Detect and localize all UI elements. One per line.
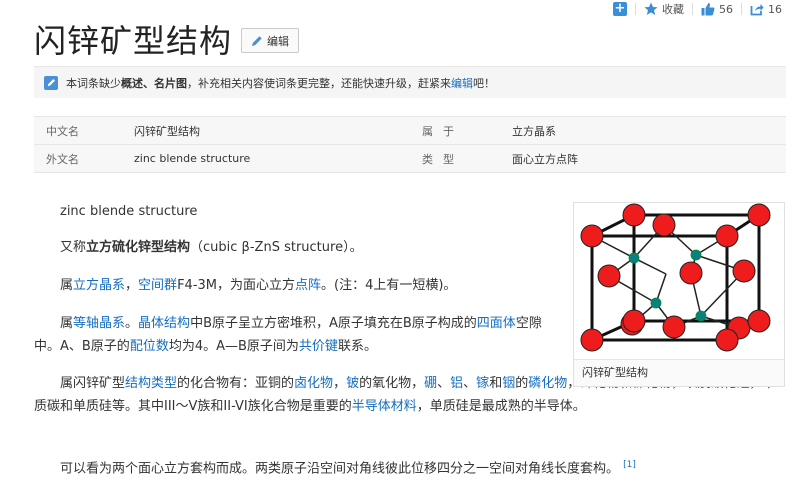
paragraph-text: ， [125,278,139,293]
thumbs-up-icon [701,3,715,16]
paragraph-text: 属闪锌矿型 [60,376,126,391]
paragraph-text: 又称 [60,240,87,255]
collect-label: 收藏 [662,3,684,16]
paragraph: 属等轴晶系。晶体结构中B原子呈立方密堆积，A原子填充在B原子构成的四面体空隙中。… [34,312,559,358]
link-cubic-system[interactable]: 立方晶系 [73,278,125,293]
paragraph-text: 的氧化物， [359,376,425,391]
paragraph-text: 联系。 [337,339,377,354]
paragraph-text: （cubic β-ZnS structure）。 [190,240,363,255]
link-aluminum[interactable]: 铝 [450,376,463,391]
info-key: 属于 [422,124,464,138]
link-coordination-number[interactable]: 配位数 [130,339,169,354]
collect-button[interactable]: 收藏 [644,1,684,17]
link-gallium[interactable]: 镓 [476,376,489,391]
paragraph-text: F4-3M，为面心立方 [177,278,295,293]
link-isometric[interactable]: 等轴晶系 [73,316,125,331]
link-crystal-structure[interactable]: 晶体结构 [138,316,190,331]
share-count: 16 [768,2,782,16]
reference-link[interactable]: [1] [623,460,636,470]
paragraph-text: ，单质硅是最成熟的半导体。 [416,399,586,414]
add-icon[interactable]: + [613,2,627,16]
link-covalent-bond[interactable]: 共价键 [299,339,338,354]
info-value: zinc blende structure [134,152,251,165]
notice-suffix: 吧！ [473,76,495,90]
link-semiconductor[interactable]: 半导体材料 [352,399,417,414]
edit-button[interactable]: 编辑 [241,28,299,53]
paragraph-text: 、 [463,376,477,391]
table-row: 外文名 zinc blende structure 类型 面心立方点阵 [34,145,786,173]
like-count: 56 [719,2,733,16]
paragraph-text: 和 [489,376,503,391]
share-button[interactable]: 16 [750,2,782,16]
pencil-icon [252,35,262,46]
link-indium[interactable]: 铟 [502,376,515,391]
link-space-group[interactable]: 空间群 [138,278,177,293]
divider [692,3,693,15]
info-key: 外文名 [46,152,79,166]
notice-missing: 概述、名片图 [121,76,187,90]
top-toolbar: + 收藏 56 16 [613,0,782,18]
paragraph-text: ， [333,376,347,391]
notice-prefix: 本词条缺少 [66,76,121,90]
paragraph: zinc blende structure [34,200,554,223]
table-row: 中文名 闪锌矿型结构 属于 立方晶系 [34,117,786,145]
paragraph: 属立方晶系，空间群F4-3M，为面心立方点阵。(注：4上有一短横)。 [34,274,554,297]
link-boron[interactable]: 硼 [424,376,437,391]
notice-edit-link[interactable]: 编辑 [451,75,473,91]
figure-caption: 闪锌矿型结构 [574,359,784,386]
info-value: 闪锌矿型结构 [134,124,200,138]
info-value: 面心立方点阵 [512,152,578,166]
notice-bar: 本词条缺少 概述、名片图 ，补充相关内容使词条更完整，还能快速升级，赶紧来 编辑 吧！ [34,66,786,98]
paragraph-text: 的 [515,376,529,391]
structure-figure[interactable]: 闪锌矿型结构 [573,202,785,387]
edit-button-label: 编辑 [267,34,289,48]
link-lattice[interactable]: 点阵 [295,278,321,293]
paragraph-text: 属 [60,278,74,293]
paragraph-bold: 立方硫化锌型结构 [86,240,191,255]
paragraph-text: 。(注：4上有一短横)。 [321,278,457,293]
star-icon [644,2,658,15]
info-key: 中文名 [46,124,79,138]
edit-notice-icon [44,75,58,90]
divider [635,3,636,15]
paragraph-text: 的化合物有：亚铜的 [177,376,295,391]
page-title: 闪锌矿型结构 [34,22,233,60]
paragraph-text: zinc blende structure [60,204,198,219]
link-halide[interactable]: 卤化物 [294,376,333,391]
paragraph-text: 、 [437,376,451,391]
paragraph-text: 可以看为两个面心立方套构而成。两类原子沿空间对角线彼此位移四分之一空间对角线长度… [60,461,620,477]
paragraph-text: 均为4。A—B原子间为 [168,339,299,354]
info-key: 类型 [422,152,464,166]
info-value: 立方晶系 [512,124,556,138]
paragraph-text: 属 [60,316,74,331]
link-phosphide[interactable]: 磷化物 [528,376,567,391]
paragraph: 可以看为两个面心立方套构而成。两类原子沿空间对角线彼此位移四分之一空间对角线长度… [34,454,786,480]
paragraph: 又称立方硫化锌型结构（cubic β-ZnS structure）。 [34,236,554,259]
link-tetrahedron[interactable]: 四面体 [477,316,516,331]
paragraph-text: 。 [125,316,139,331]
like-button[interactable]: 56 [701,2,733,16]
zinc-blende-diagram [580,203,771,352]
share-icon [750,4,764,16]
paragraph-text: 中B原子呈立方密堆积，A原子填充在B原子构成的 [190,316,477,331]
link-structure-type[interactable]: 结构类型 [125,376,177,391]
basic-info-table: 中文名 闪锌矿型结构 属于 立方晶系 外文名 zinc blende struc… [34,116,786,173]
divider [741,3,742,15]
link-beryllium[interactable]: 铍 [346,376,359,391]
notice-middle: ，补充相关内容使词条更完整，还能快速升级，赶紧来 [187,76,451,90]
